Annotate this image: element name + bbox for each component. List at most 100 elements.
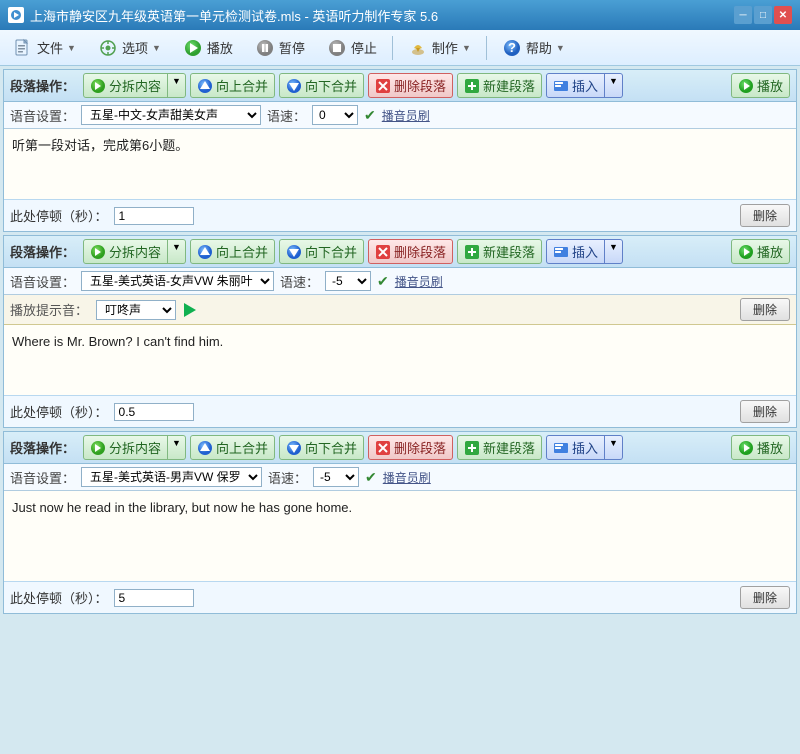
menu-help[interactable]: ? 帮助 ▼ (493, 34, 574, 62)
section1-speed-label: 语速： (267, 106, 306, 125)
section3-merge-up-btn[interactable]: 向上合并 (190, 435, 275, 460)
section2-split-btn[interactable]: 分拆内容 (83, 239, 168, 264)
section3-insert-group: 插入 ▼ (546, 435, 623, 460)
section1-refresh-label[interactable]: 播音员刷 (382, 107, 430, 124)
section2-content[interactable]: Where is Mr. Brown? I can't find him. (4, 325, 796, 395)
section1-pause-input[interactable] (114, 207, 194, 225)
options-icon (98, 38, 118, 58)
pause-icon (255, 38, 275, 58)
section2-refresh-label[interactable]: 播音员刷 (395, 273, 443, 290)
section2-speed-label: 语速： (280, 272, 319, 291)
menu-pause-label: 暂停 (279, 38, 305, 57)
section3-content[interactable]: Just now he read in the library, but now… (4, 491, 796, 581)
section2-voice-select[interactable]: 五星-美式英语-女声VW 朱丽叶 (81, 271, 274, 291)
section1-voice-select[interactable]: 五星-中文-女声甜美女声 (81, 105, 261, 125)
play-icon (183, 38, 203, 58)
menu-file[interactable]: 文件 ▼ (4, 34, 85, 62)
section1-merge-up-btn[interactable]: 向上合并 (190, 73, 275, 98)
section3-delete-button[interactable]: 删除 (740, 586, 790, 609)
menu-file-arrow: ▼ (67, 43, 76, 53)
section3-new-para-btn[interactable]: 新建段落 (457, 435, 542, 460)
section-play-icon2 (738, 244, 754, 260)
section2-new-para-btn[interactable]: 新建段落 (457, 239, 542, 264)
section3-insert-btn[interactable]: 插入 (546, 435, 605, 460)
section2-hint-select[interactable]: 叮咚声 (96, 300, 176, 320)
menu-make-arrow: ▼ (462, 43, 471, 53)
menu-stop[interactable]: 停止 (318, 34, 386, 62)
section2-speed-select[interactable]: -5 (325, 271, 371, 291)
section1-merge-down-btn[interactable]: 向下合并 (279, 73, 364, 98)
stop-icon (327, 38, 347, 58)
section1-content[interactable]: 听第一段对话，完成第6小题。 (4, 129, 796, 199)
section3-play-btn[interactable]: 播放 (731, 435, 790, 460)
menu-stop-label: 停止 (351, 38, 377, 57)
section2-delete-button[interactable]: 删除 (740, 400, 790, 423)
section1-split-btn[interactable]: 分拆内容 (83, 73, 168, 98)
title-bar: 上海市静安区九年级英语第一单元检测试卷.mls - 英语听力制作专家 5.6 ─… (0, 0, 800, 30)
section3-voice-label: 语音设置： (10, 468, 75, 487)
section3-split-arrow[interactable]: ▼ (168, 435, 186, 460)
section-panel-3: 段落操作： 分拆内容 ▼ 向上合并 向下合并 删除段落 (3, 431, 797, 614)
section1-new-para-btn[interactable]: 新建段落 (457, 73, 542, 98)
section1-insert-arrow[interactable]: ▼ (605, 73, 623, 98)
section2-toolbar: 段落操作： 分拆内容 ▼ 向上合并 向下合并 删除段落 (4, 236, 796, 268)
section2-para-ops-label: 段落操作： (10, 242, 75, 261)
section3-insert-arrow[interactable]: ▼ (605, 435, 623, 460)
merge-down-icon3 (286, 440, 302, 456)
section2-split-group: 分拆内容 ▼ (83, 239, 186, 264)
section1-speed-select[interactable]: 0 (312, 105, 358, 125)
section3-voice-settings: 语音设置： 五星-美式英语-男声VW 保罗 语速： -5 ✔ 播音员刷 (4, 464, 796, 491)
section2-merge-down-btn[interactable]: 向下合并 (279, 239, 364, 264)
section3-speed-select[interactable]: -5 (313, 467, 359, 487)
section3-refresh-label[interactable]: 播音员刷 (383, 469, 431, 486)
menu-make[interactable]: 制作 ▼ (399, 34, 480, 62)
section1-play-btn[interactable]: 播放 (731, 73, 790, 98)
section3-delete-para-btn[interactable]: 删除段落 (368, 435, 453, 460)
panels-container[interactable]: 段落操作： 分拆内容 ▼ 向上合并 向下合并 删除段落 (0, 66, 800, 754)
section-panel-2: 段落操作： 分拆内容 ▼ 向上合并 向下合并 删除段落 (3, 235, 797, 428)
merge-down-icon (286, 78, 302, 94)
split-icon (90, 78, 106, 94)
section3-voice-select[interactable]: 五星-美式英语-男声VW 保罗 (81, 467, 262, 487)
section2-insert-arrow[interactable]: ▼ (605, 239, 623, 264)
section2-voice-label: 语音设置： (10, 272, 75, 291)
menu-file-label: 文件 (37, 38, 63, 57)
section3-toolbar: 段落操作： 分拆内容 ▼ 向上合并 向下合并 删除段落 (4, 432, 796, 464)
delete-para-icon2 (375, 244, 391, 260)
section3-pause-input[interactable] (114, 589, 194, 607)
section1-delete-para-btn[interactable]: 删除段落 (368, 73, 453, 98)
window-title: 上海市静安区九年级英语第一单元检测试卷.mls - 英语听力制作专家 5.6 (30, 6, 734, 25)
menu-options-arrow: ▼ (152, 43, 161, 53)
section2-split-arrow[interactable]: ▼ (168, 239, 186, 264)
section3-merge-down-btn[interactable]: 向下合并 (279, 435, 364, 460)
section3-pause-left: 此处停顿（秒）： (10, 588, 194, 607)
section2-play-btn[interactable]: 播放 (731, 239, 790, 264)
minimize-button[interactable]: ─ (734, 6, 752, 24)
help-icon: ? (502, 38, 522, 58)
section2-pause-label: 此处停顿（秒）： (10, 402, 108, 421)
menu-pause[interactable]: 暂停 (246, 34, 314, 62)
menu-play[interactable]: 播放 (174, 34, 242, 62)
app-icon (8, 7, 24, 23)
section1-para-ops-label: 段落操作： (10, 76, 75, 95)
merge-up-icon3 (197, 440, 213, 456)
split-icon2 (90, 244, 106, 260)
section1-insert-btn[interactable]: 插入 (546, 73, 605, 98)
insert-icon (553, 78, 569, 94)
section2-hint-delete-button[interactable]: 删除 (740, 298, 790, 321)
section3-split-btn[interactable]: 分拆内容 (83, 435, 168, 460)
menu-options[interactable]: 选项 ▼ (89, 34, 170, 62)
section2-delete-para-btn[interactable]: 删除段落 (368, 239, 453, 264)
section1-delete-button[interactable]: 删除 (740, 204, 790, 227)
section2-hint-play-btn[interactable] (184, 303, 196, 317)
section2-hint-row: 播放提示音： 叮咚声 删除 (4, 295, 796, 325)
close-button[interactable]: ✕ (774, 6, 792, 24)
section2-merge-up-btn[interactable]: 向上合并 (190, 239, 275, 264)
section1-split-arrow[interactable]: ▼ (168, 73, 186, 98)
section2-insert-btn[interactable]: 插入 (546, 239, 605, 264)
section1-split-group: 分拆内容 ▼ (83, 73, 186, 98)
section3-pause-row: 此处停顿（秒）： 删除 (4, 581, 796, 613)
section2-pause-input[interactable] (114, 403, 194, 421)
maximize-button[interactable]: □ (754, 6, 772, 24)
svg-text:?: ? (508, 40, 516, 55)
